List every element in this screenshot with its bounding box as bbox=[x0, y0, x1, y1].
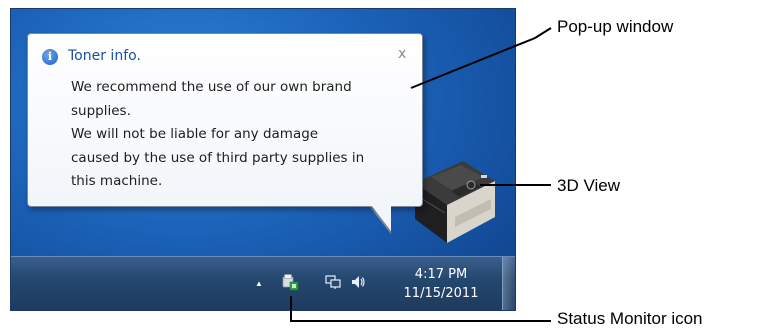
annotation-status-monitor-icon: Status Monitor icon bbox=[557, 309, 703, 328]
annotation-3d-view: 3D View bbox=[557, 176, 620, 195]
annotation-leader-lines bbox=[290, 27, 552, 322]
annotation-popup-window: Pop-up window bbox=[557, 17, 674, 36]
